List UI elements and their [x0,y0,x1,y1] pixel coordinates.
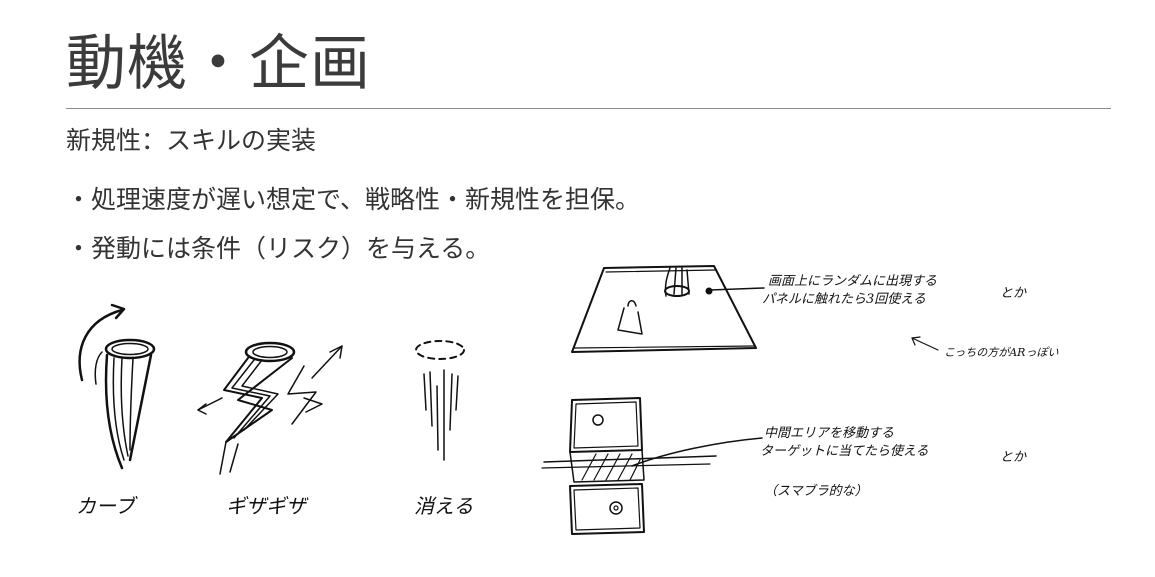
top-note-line-2: パネルに触れたら3回使える [762,292,926,307]
bottom-note-line-3: （スマブラ的な） [764,484,868,499]
top-note-line-1: 画面上にランダムに出現する [768,274,938,289]
bottom-note-line-1: 中間エリアを移動する [764,426,895,441]
ar-note: こっちの方がARっぽい [944,346,1059,359]
bullet-activation-condition: ・発動には条件（リスク）を与える。 [66,234,491,263]
ar-note-arrow [911,336,939,351]
curve-motion-sketch [78,303,156,470]
bottom-note-pointer-line [631,437,763,467]
disappear-caption: 消える [414,494,474,518]
curve-caption: カーブ [76,494,135,518]
zigzag-caption: ギザギザ [226,494,306,518]
bullet-processing-speed: ・処理速度が遅い想定で、戦略性・新規性を担保。 [66,185,641,214]
top-note-pointer-line [709,287,765,291]
slide-title: 動機・企画 [66,29,371,99]
random-panel-board-sketch [571,265,757,353]
top-note-aside: とか [1000,286,1027,301]
disappear-motion-sketch [415,340,465,461]
zigzag-motion-sketch [197,341,343,475]
subtitle-novelty: 新規性：スキルの実装 [66,126,317,155]
bottom-note-aside: とか [1000,450,1027,465]
bottom-note-line-2: ターゲットに当てたら使える [760,444,929,459]
title-divider [66,108,1111,109]
